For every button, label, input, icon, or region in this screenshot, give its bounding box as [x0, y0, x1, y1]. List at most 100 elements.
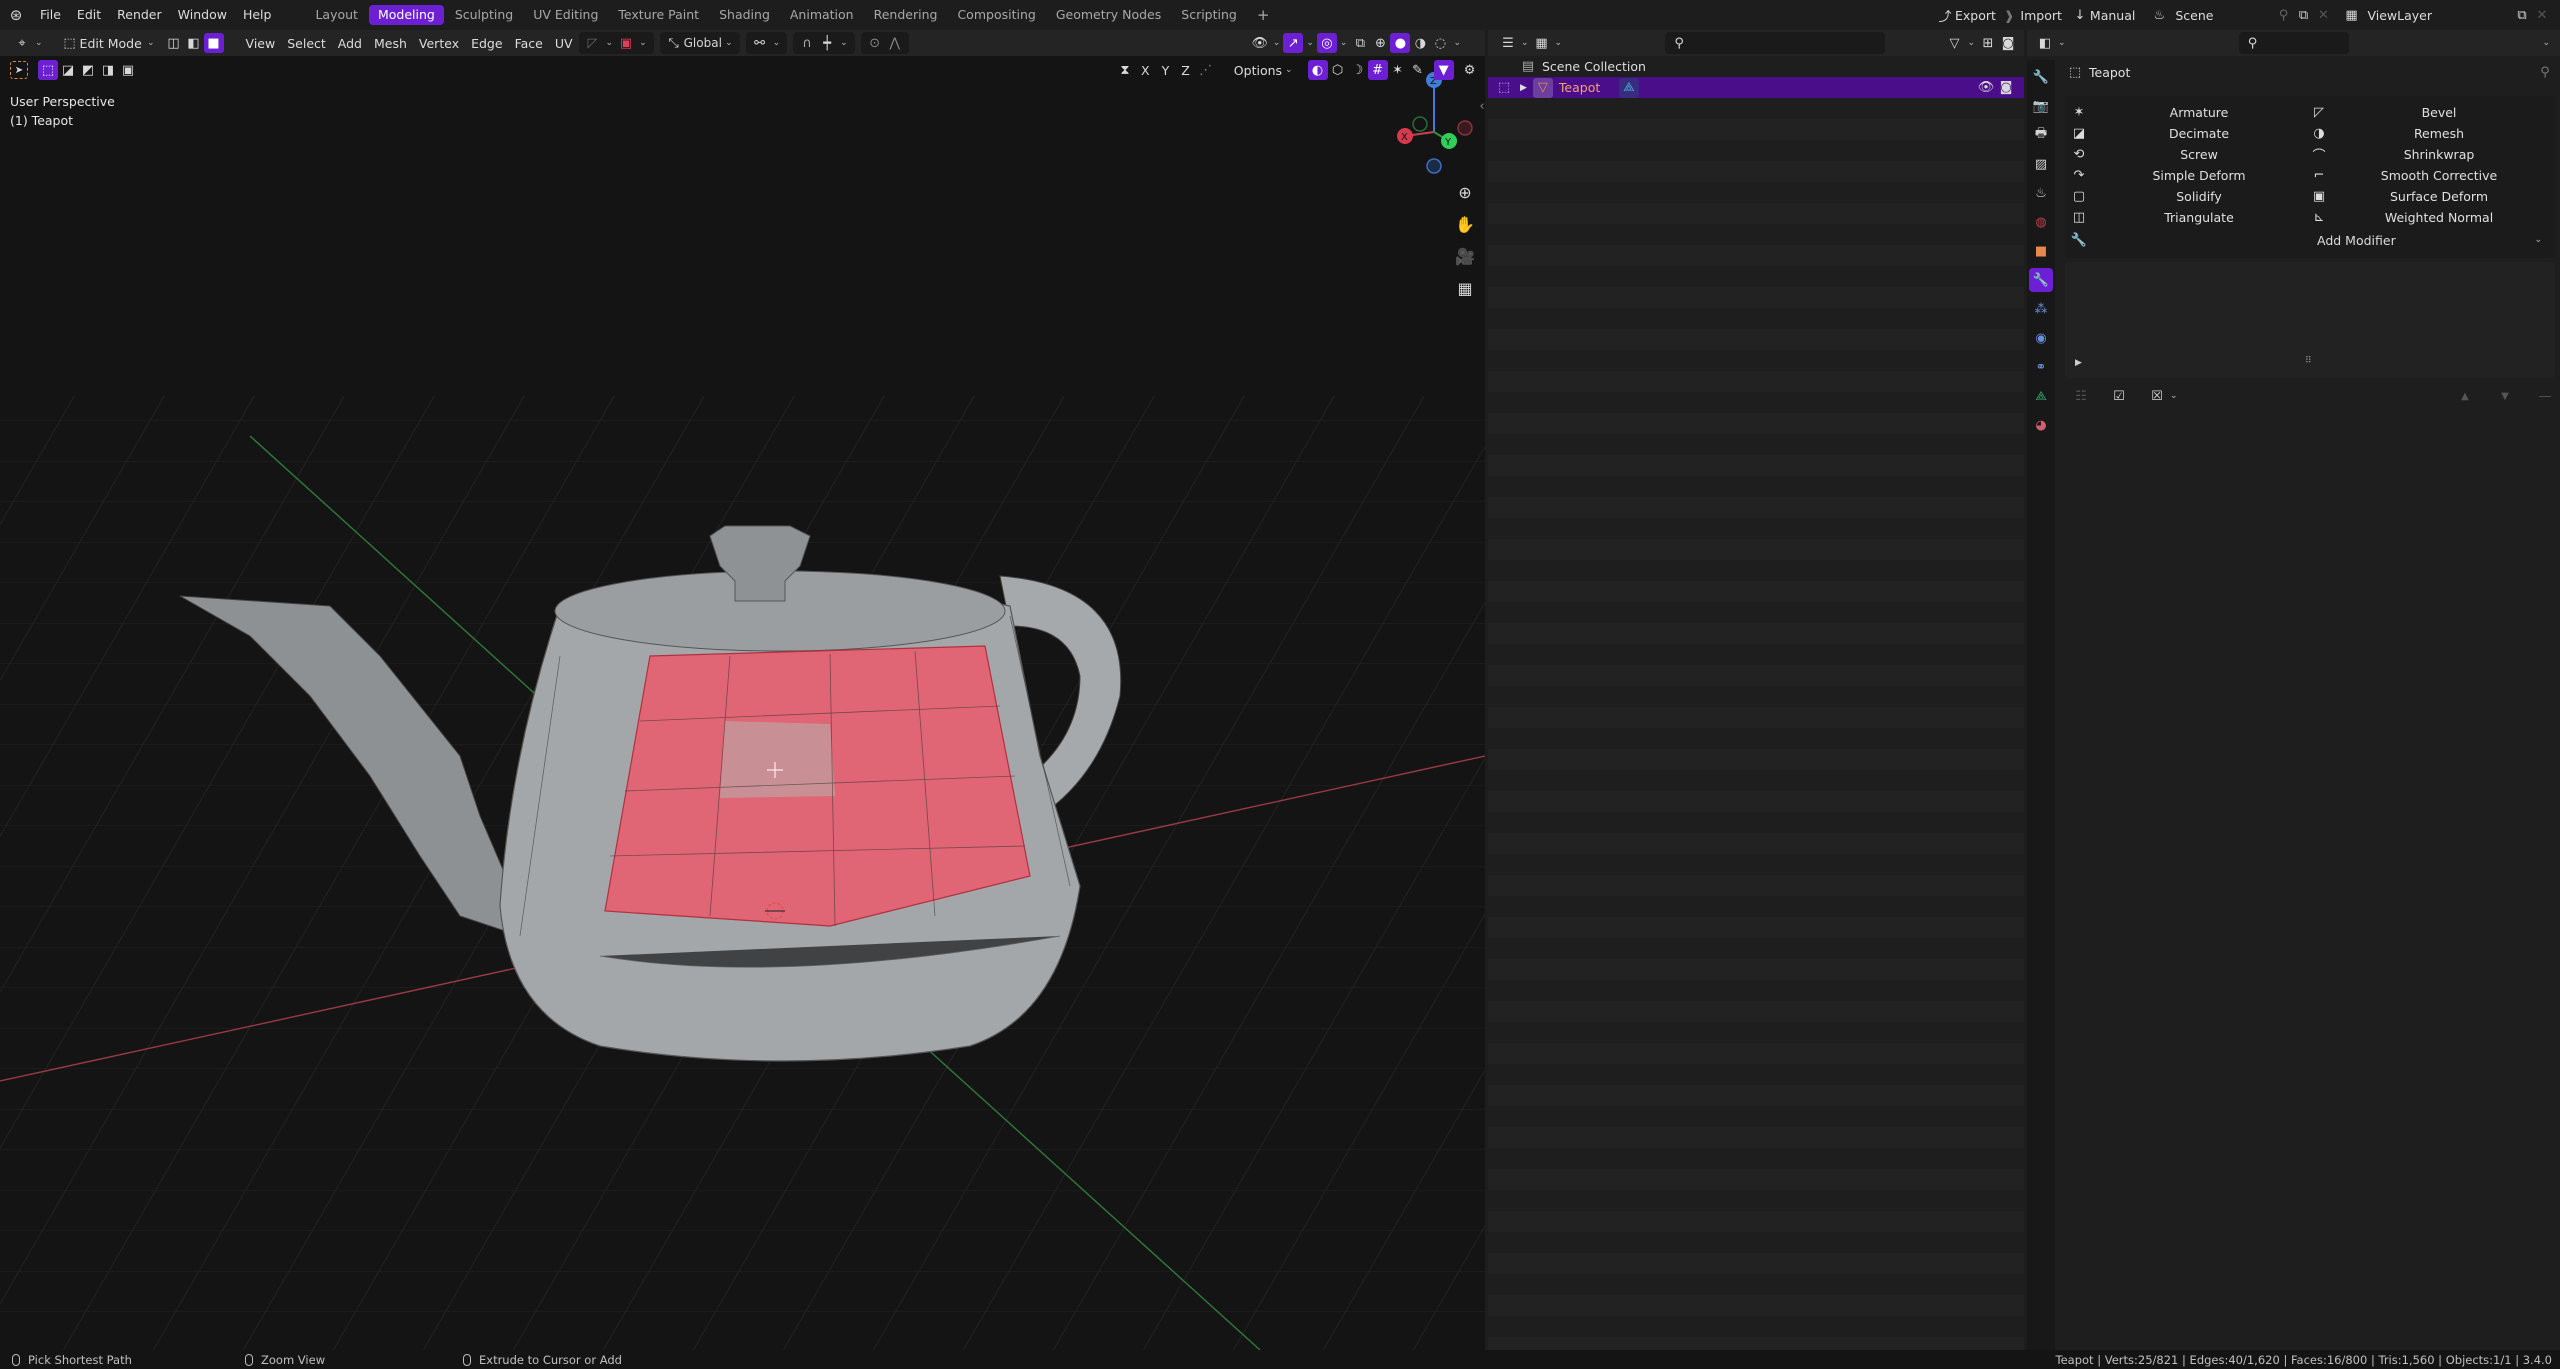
scene-name[interactable]: Scene [2175, 8, 2213, 23]
modifier-item[interactable]: ◪ Decimate [2069, 123, 2309, 144]
export-button[interactable]: Export [1955, 8, 1996, 23]
gizmo-toggle-icon[interactable]: ↗ [1283, 33, 1304, 53]
properties-search[interactable]: ⚲ [2238, 32, 2349, 54]
resize-grip-icon[interactable]: ⠿ [2305, 356, 2312, 366]
new-viewlayer-icon[interactable]: ⧉ [2512, 5, 2532, 25]
menu-file[interactable]: File [32, 0, 69, 30]
modifier-item[interactable]: ↷ Simple Deform [2069, 165, 2309, 186]
modifier-item[interactable]: ▢ Solidify [2069, 186, 2309, 207]
menu-window[interactable]: Window [170, 0, 235, 30]
properties-editor-type-icon[interactable]: ◧ [2035, 33, 2055, 53]
scene-icon[interactable]: ♨ [2149, 5, 2169, 25]
overlay-colors-group[interactable]: ◸ ⌄ ▣ ⌄ [578, 32, 654, 54]
pivot-point[interactable]: ⚯ ⌄ [745, 32, 788, 54]
tab-constraints[interactable]: ⚭ [2029, 355, 2053, 379]
cube-icon[interactable]: ⬡ [1328, 60, 1348, 80]
tab-view-layer[interactable]: ▨ [2029, 152, 2053, 176]
crease-icon[interactable]: ☽ [1348, 60, 1368, 80]
outliner-search[interactable]: ⚲ [1665, 32, 1886, 54]
menu-edge[interactable]: Edge [465, 33, 508, 53]
tab-layout[interactable]: Layout [306, 5, 367, 25]
menu-edit[interactable]: Edit [69, 0, 109, 30]
select-extend-icon[interactable]: ◪ [58, 60, 78, 80]
modifier-item[interactable]: ◫ Triangulate [2069, 207, 2309, 228]
menu-face[interactable]: Face [509, 33, 549, 53]
wireframe-shading-icon[interactable]: ⊕ [1370, 33, 1390, 53]
outliner-row-teapot[interactable]: ⬚ ▶ ▽ Teapot ⟁ 👁 ◙ [1488, 77, 2024, 98]
modifier-item[interactable]: ◸ Bevel [2309, 102, 2549, 123]
tab-tool[interactable]: 🔧 [2029, 65, 2053, 89]
tab-data[interactable]: ⟁ [2029, 384, 2053, 408]
outliner-editor-type-icon[interactable]: ☰ [1498, 33, 1518, 53]
rendered-shading-icon[interactable]: ◌ [1430, 33, 1450, 53]
pan-hand-icon[interactable]: ✋ [1455, 214, 1475, 234]
tab-animation[interactable]: Animation [781, 5, 863, 25]
tab-scene[interactable]: ♨ [2029, 181, 2053, 205]
modifier-item[interactable]: ⌒ Shrinkwrap [2309, 144, 2549, 165]
mirror-z-toggle[interactable]: Z [1175, 60, 1196, 80]
3d-viewport[interactable]: Z X Y ➤ ⬚ ◪ ◩ ◨ ▣ ⧗ X Y Z ⋰ Options ⌄ ◐ ⬡… [0, 56, 1485, 1350]
grid-icon[interactable]: # [1367, 60, 1388, 80]
menu-view[interactable]: View [240, 33, 282, 53]
visibility-icon[interactable]: 👁 [1250, 33, 1270, 53]
tab-rendering[interactable]: Rendering [865, 5, 947, 25]
delete-scene-icon[interactable]: ✕ [2313, 5, 2333, 25]
edge-select-icon[interactable]: ◧ [184, 33, 204, 53]
editor-type-icon[interactable]: ⌖ [12, 33, 32, 53]
tweak-tool-icon[interactable]: ➤ [10, 61, 28, 79]
select-invert-icon[interactable]: ◨ [98, 60, 118, 80]
tab-particles[interactable]: ⁂ [2029, 297, 2053, 321]
overlay-toggle-icon[interactable]: ◎ [1316, 33, 1337, 53]
tab-modeling[interactable]: Modeling [368, 5, 444, 25]
snapping[interactable]: ∩ ┿ ⌄ [793, 32, 855, 54]
menu-vertex[interactable]: Vertex [413, 33, 465, 53]
options-dropdown[interactable]: Options ⌄ [1228, 60, 1302, 80]
armature-pose-icon[interactable]: ✶ [1388, 60, 1408, 80]
new-collection-icon[interactable]: ⊞ [1978, 33, 1998, 53]
camera-icon[interactable]: ◙ [1998, 33, 2018, 53]
menu-uv[interactable]: UV [549, 33, 579, 53]
blender-logo-icon[interactable]: ⊛ [6, 5, 26, 25]
tab-scripting[interactable]: Scripting [1172, 5, 1246, 25]
add-workspace-button[interactable]: + [1248, 5, 1279, 25]
vertex-select-icon[interactable]: ◫ [164, 33, 184, 53]
modifier-item[interactable]: ▣ Surface Deform [2309, 186, 2549, 207]
mirror-y-toggle[interactable]: Y [1156, 60, 1176, 80]
menu-render[interactable]: Render [109, 0, 170, 30]
proportional-editing[interactable]: ⊙ ⋀ [860, 32, 909, 54]
tab-physics[interactable]: ◉ [2029, 326, 2053, 350]
remove-icon[interactable]: — [2535, 386, 2555, 406]
tab-shading[interactable]: Shading [710, 5, 779, 25]
gizmo-x-label[interactable]: X [1401, 132, 1408, 143]
filter-icon[interactable]: ▽ [1944, 33, 1964, 53]
pin-icon[interactable]: ⚲ [2273, 5, 2293, 25]
viewlayer-name[interactable]: ViewLayer [2367, 8, 2432, 23]
select-subtract-icon[interactable]: ◩ [78, 60, 98, 80]
modifier-item[interactable]: ⊾ Weighted Normal [2309, 207, 2549, 228]
mirror-icon[interactable]: ⧗ [1115, 60, 1135, 80]
xray-icon[interactable]: ⧉ [1350, 33, 1370, 53]
tab-texture-paint[interactable]: Texture Paint [609, 5, 708, 25]
outliner-search-input[interactable] [1689, 35, 1870, 51]
menu-add[interactable]: Add [332, 33, 368, 53]
move-down-icon[interactable]: ▼ [2495, 386, 2515, 406]
sidebar-toggle-icon[interactable]: ‹ [1472, 96, 1485, 116]
tab-material[interactable]: ◕ [2029, 413, 2053, 437]
display-mode-icon[interactable]: ▦ [1532, 33, 1552, 53]
gizmo-y-label[interactable]: Y [1444, 137, 1452, 148]
menu-select[interactable]: Select [281, 33, 332, 53]
tab-world[interactable]: ◍ [2029, 210, 2053, 234]
face-select-icon[interactable]: ■ [203, 33, 224, 53]
ortho-grid-icon[interactable]: ▦ [1455, 278, 1475, 298]
manual-button[interactable]: Manual [2090, 8, 2135, 23]
zoom-icon[interactable]: ⊕ [1455, 182, 1475, 202]
modifier-item[interactable]: ◑ Remesh [2309, 123, 2549, 144]
import-button[interactable]: Import [2020, 8, 2062, 23]
chevron-down-icon[interactable]: ⌄ [2542, 38, 2550, 48]
add-modifier-button[interactable]: Add Modifier ⌄ [2311, 230, 2551, 250]
object-name[interactable]: Teapot [1559, 80, 1619, 95]
apply-all-icon[interactable]: ☑ [2109, 386, 2129, 406]
tab-object[interactable]: ■ [2029, 239, 2053, 263]
transform-orientation[interactable]: ⤡ Global ⌄ [659, 32, 740, 54]
mirror-x-toggle[interactable]: X [1135, 60, 1156, 80]
